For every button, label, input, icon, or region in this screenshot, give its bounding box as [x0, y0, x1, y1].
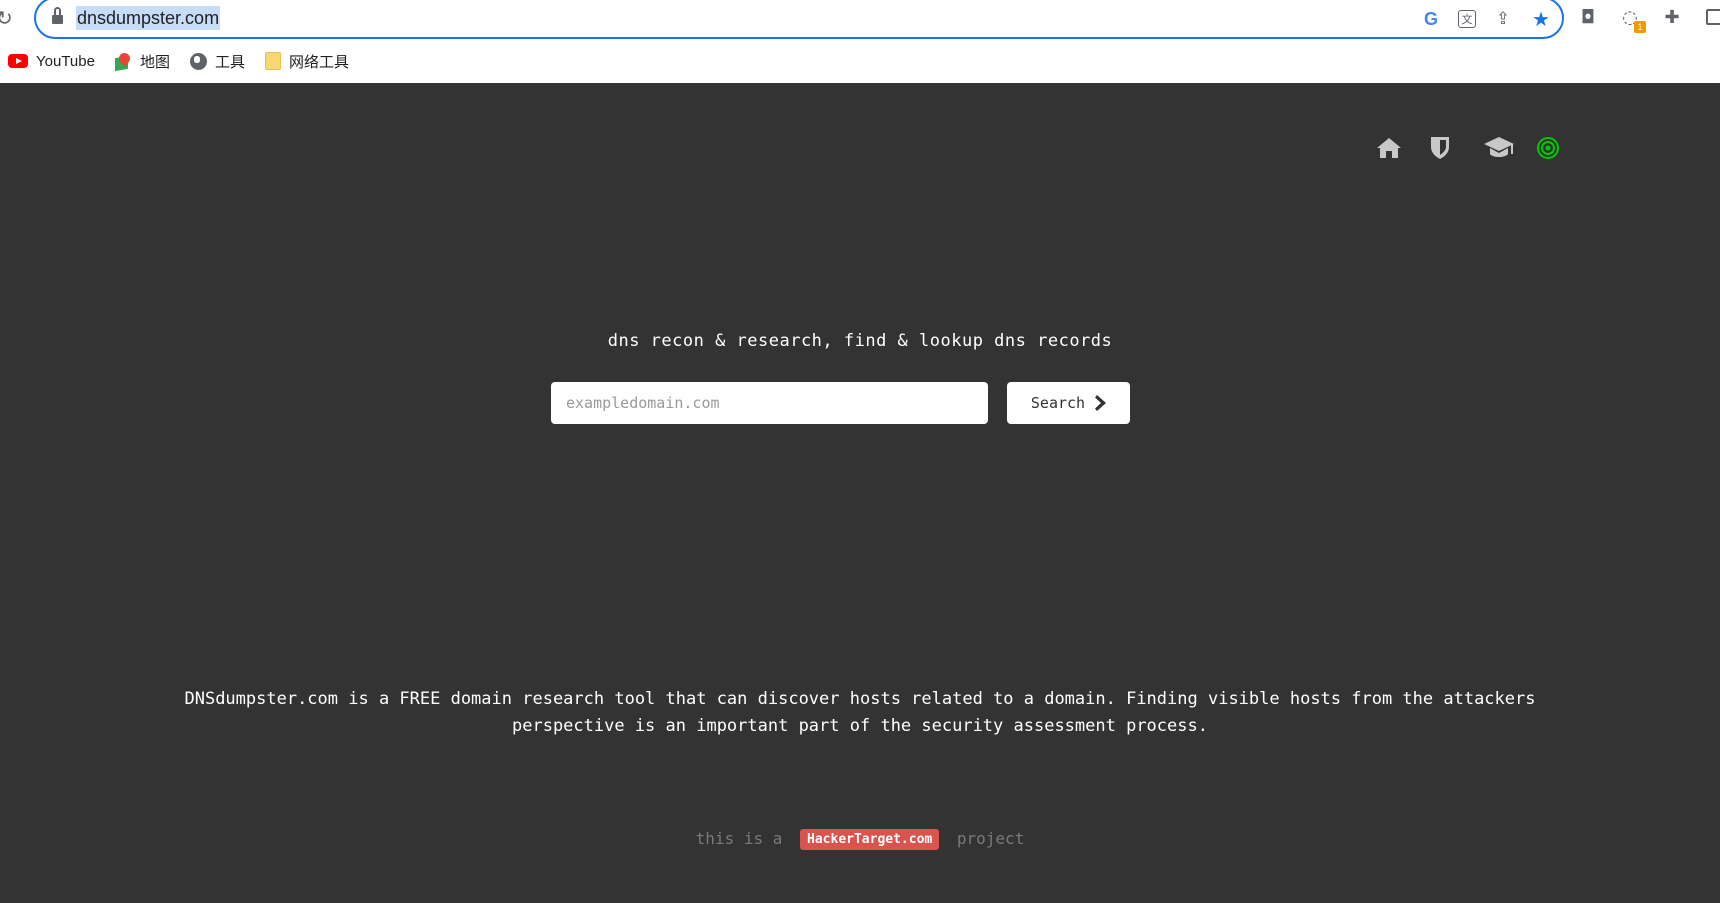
- footer: this is a HackerTarget.com project: [0, 829, 1720, 850]
- bookmark-label: 网络工具: [288, 53, 349, 71]
- search-button[interactable]: Search: [1007, 382, 1130, 424]
- google-icon[interactable]: G: [1420, 8, 1442, 30]
- graduation-cap-icon[interactable]: [1468, 133, 1530, 163]
- share-icon[interactable]: ⇪: [1492, 8, 1514, 30]
- folder-icon: [264, 52, 281, 70]
- address-bar[interactable]: dnsdumpster.com G 文 ⇪ ★: [34, 0, 1564, 39]
- youtube-icon: [8, 54, 28, 68]
- bookmark-label: 工具: [214, 53, 245, 71]
- footer-suffix: project: [956, 829, 1025, 848]
- bookmark-network-tools[interactable]: 网络工具: [264, 49, 349, 73]
- translate-icon[interactable]: 文: [1458, 10, 1476, 28]
- search-button-label: Search: [1030, 394, 1086, 412]
- tagline: dns recon & research, find & lookup dns …: [607, 331, 1113, 351]
- bookmark-star-icon[interactable]: ★: [1530, 7, 1552, 31]
- browser-chrome: ↻ dnsdumpster.com G 文 ⇪ ★ ◘ ◌ 1 ✚ YouTube…: [0, 0, 1720, 83]
- footer-prefix: this is a: [695, 829, 783, 848]
- domain-search-input[interactable]: [551, 382, 988, 424]
- shield-icon[interactable]: [1412, 133, 1468, 163]
- reload-icon[interactable]: ↻: [0, 6, 16, 30]
- bookmark-label: YouTube: [36, 52, 95, 70]
- side-panel-icon[interactable]: [1702, 5, 1720, 29]
- maps-icon: [114, 50, 133, 71]
- home-icon[interactable]: [1366, 133, 1412, 163]
- extension-badge: 1: [1634, 21, 1646, 33]
- extension-icon[interactable]: ◌ 1: [1618, 5, 1646, 33]
- lock-icon[interactable]: [52, 7, 63, 25]
- search-form: Search: [551, 382, 1130, 424]
- puzzle-icon[interactable]: ✚: [1660, 5, 1684, 29]
- bookmark-tools[interactable]: 工具: [189, 49, 245, 73]
- bookmark-maps[interactable]: 地图: [114, 49, 170, 73]
- top-nav: [1366, 133, 1566, 163]
- incognito-icon[interactable]: ◘: [1576, 5, 1600, 29]
- hackertarget-link[interactable]: HackerTarget.com: [800, 829, 940, 850]
- chevron-right-icon: [1095, 395, 1107, 411]
- bookmark-label: 地图: [139, 53, 170, 71]
- target-icon[interactable]: [1530, 133, 1566, 163]
- site-description: DNSdumpster.com is a FREE domain researc…: [184, 689, 1536, 736]
- bookmark-youtube[interactable]: YouTube: [8, 49, 95, 73]
- globe-icon: [189, 52, 207, 70]
- page-content: dns recon & research, find & lookup dns …: [0, 83, 1720, 903]
- url-text[interactable]: dnsdumpster.com: [76, 6, 221, 30]
- bookmarks-bar: YouTube 地图 工具 网络工具: [8, 49, 349, 73]
